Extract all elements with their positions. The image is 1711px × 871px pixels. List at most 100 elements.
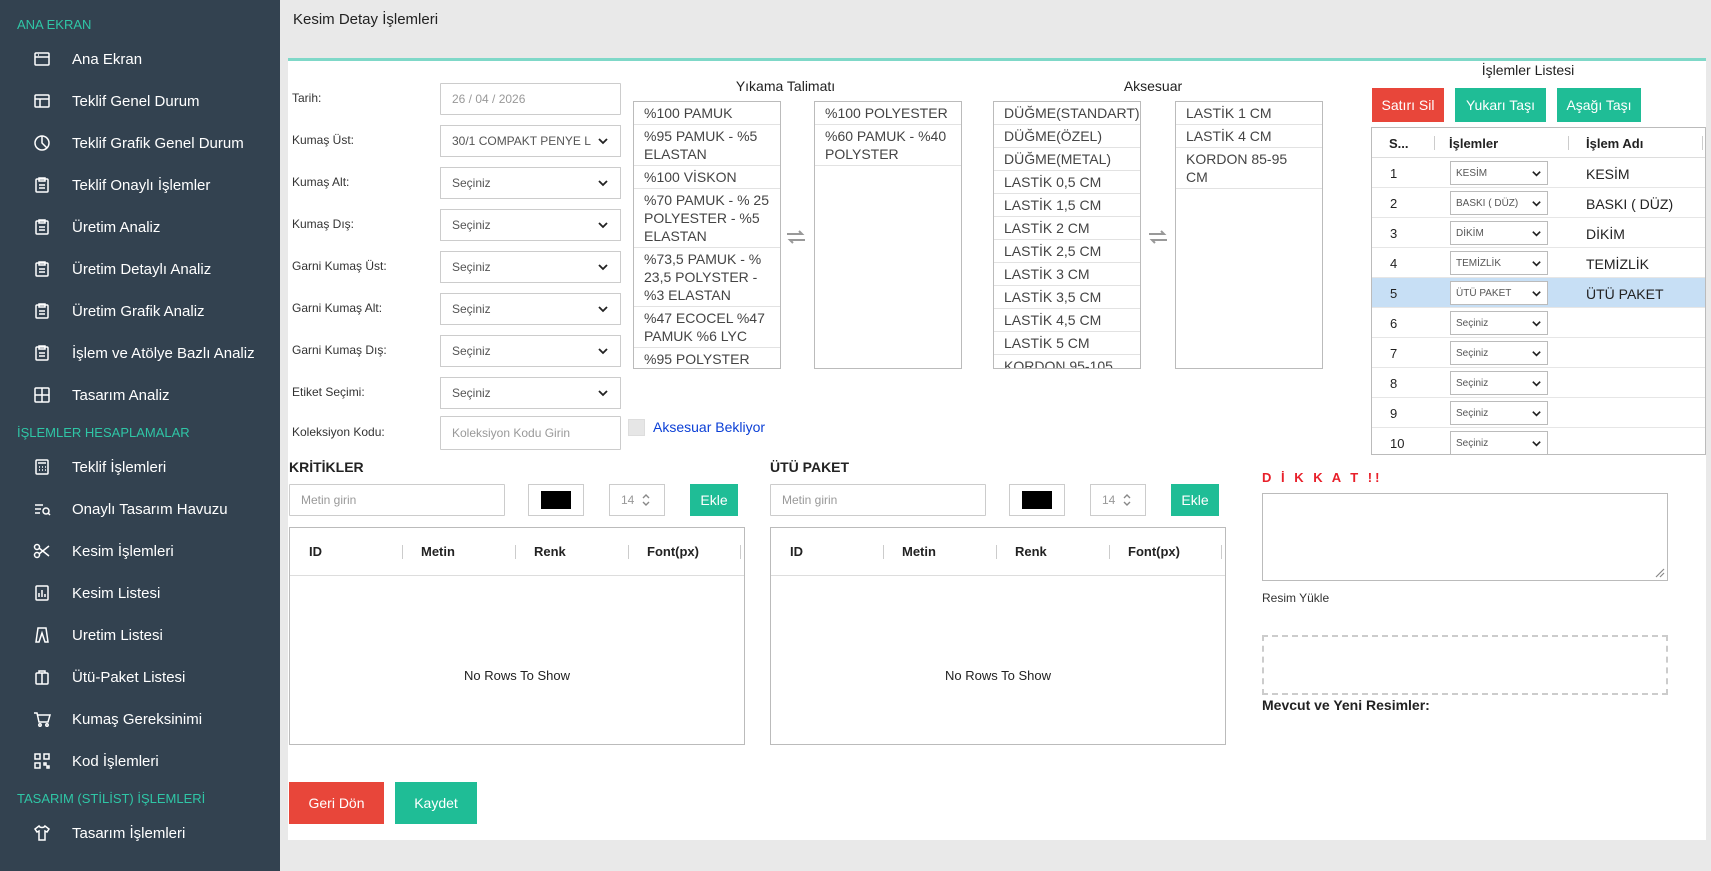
islem-row[interactable]: 1 KESİM KESİM	[1372, 158, 1705, 188]
sidebar-item[interactable]: Teklif Genel Durum	[0, 80, 280, 122]
sidebar-item[interactable]: Üretim Analiz	[0, 206, 280, 248]
col-id[interactable]: ID	[790, 544, 803, 559]
spinner-icon[interactable]	[640, 492, 652, 508]
yikama-selected-list[interactable]: %100 POLYESTER %60 PAMUK - %40 POLYSTER	[814, 101, 962, 369]
garni-alt-select[interactable]: Seçiniz	[440, 293, 621, 325]
spinner-icon[interactable]	[1121, 492, 1133, 508]
list-option[interactable]: LASTİK 1,5 CM	[994, 194, 1140, 217]
sidebar-item[interactable]: İşlem ve Atölye Bazlı Analiz	[0, 332, 280, 374]
list-option[interactable]: %60 PAMUK - %40 POLYSTER	[815, 125, 961, 166]
list-option[interactable]: %95 POLYSTER %5 ELASTAN	[634, 348, 780, 368]
islem-row[interactable]: 4 TEMİZLİK TEMİZLİK	[1372, 248, 1705, 278]
garni-ust-select[interactable]: Seçiniz	[440, 251, 621, 283]
yikama-available-list[interactable]: %100 PAMUK %95 PAMUK - %5 ELASTAN %100 VİS…	[633, 101, 781, 369]
islem-row[interactable]: 8 Seçiniz	[1372, 368, 1705, 398]
islem-select[interactable]: Seçiniz	[1450, 311, 1548, 335]
kumas-dis-select[interactable]: Seçiniz	[440, 209, 621, 241]
islem-select[interactable]: TEMİZLİK	[1450, 251, 1548, 275]
dikkat-textarea[interactable]	[1262, 493, 1668, 581]
sidebar-item[interactable]: Teklif Onaylı İşlemler	[0, 164, 280, 206]
islem-row[interactable]: 7 Seçiniz	[1372, 338, 1705, 368]
sidebar-item[interactable]: Ütü-Paket Listesi	[0, 656, 280, 698]
kritikler-add-button[interactable]: Ekle	[690, 484, 738, 516]
list-option[interactable]: KORDON 85-95 CM	[1176, 148, 1322, 189]
islem-row[interactable]: 5 ÜTÜ PAKET ÜTÜ PAKET	[1372, 278, 1705, 308]
islem-select[interactable]: DİKİM	[1450, 221, 1548, 245]
resize-handle-icon[interactable]	[1653, 566, 1665, 578]
islem-row[interactable]: 2 BASKI ( DÜZ) BASKI ( DÜZ)	[1372, 188, 1705, 218]
list-option[interactable]: %100 POLYESTER	[815, 102, 961, 125]
sidebar-item[interactable]: Ana Ekran	[0, 38, 280, 80]
col-metin[interactable]: Metin	[421, 544, 455, 559]
islem-select[interactable]: BASKI ( DÜZ)	[1450, 191, 1548, 215]
islem-select[interactable]: Seçiniz	[1450, 431, 1548, 454]
sidebar-item[interactable]: Teklif İşlemleri	[0, 446, 280, 488]
utu-paket-font-input[interactable]: 14	[1090, 484, 1146, 516]
sidebar-item[interactable]: Onaylı Tasarım Havuzu	[0, 488, 280, 530]
delete-row-button[interactable]: Satırı Sil	[1372, 88, 1444, 122]
list-option[interactable]: %70 PAMUK - % 25 POLYESTER - %5 ELASTAN	[634, 189, 780, 248]
sidebar-item[interactable]: Üretim Grafik Analiz	[0, 290, 280, 332]
list-option[interactable]: LASTİK 4,5 CM	[994, 309, 1140, 332]
islem-select[interactable]: KESİM	[1450, 161, 1548, 185]
list-option[interactable]: LASTİK 2 CM	[994, 217, 1140, 240]
utu-paket-color-picker[interactable]	[1009, 484, 1065, 516]
sidebar-item[interactable]: Tasarım Analiz	[0, 374, 280, 416]
transfer-arrows-icon[interactable]	[785, 229, 807, 245]
col-id[interactable]: ID	[309, 544, 322, 559]
sidebar-item[interactable]: Kod İşlemleri	[0, 740, 280, 782]
islem-row[interactable]: 9 Seçiniz	[1372, 398, 1705, 428]
list-option[interactable]: %47 ECOCEL %47 PAMUK %6 LYC	[634, 307, 780, 348]
list-option[interactable]: LASTİK 2,5 CM	[994, 240, 1140, 263]
utu-paket-text-input[interactable]: Metin girin	[770, 484, 986, 516]
transfer-arrows-icon[interactable]	[1147, 229, 1169, 245]
col-islemler[interactable]: İşlemler	[1449, 136, 1498, 151]
list-option[interactable]: %100 VİSKON	[634, 166, 780, 189]
islem-select[interactable]: Seçiniz	[1450, 371, 1548, 395]
col-metin[interactable]: Metin	[902, 544, 936, 559]
garni-dis-select[interactable]: Seçiniz	[440, 335, 621, 367]
aksesuar-bekliyor-checkbox[interactable]	[628, 419, 645, 436]
islem-row[interactable]: 10 Seçiniz	[1372, 428, 1705, 454]
col-islem-adi[interactable]: İşlem Adı	[1586, 136, 1643, 151]
sidebar-item[interactable]: Kumaş Gereksinimi	[0, 698, 280, 740]
list-option[interactable]: %95 PAMUK - %5 ELASTAN	[634, 125, 780, 166]
move-down-button[interactable]: Aşağı Taşı	[1557, 88, 1641, 122]
kritikler-color-picker[interactable]	[528, 484, 584, 516]
aksesuar-bekliyor-label[interactable]: Aksesuar Bekliyor	[653, 419, 765, 435]
list-option[interactable]: %73,5 PAMUK - % 23,5 POLYSTER - %3 ELAST…	[634, 248, 780, 307]
list-option[interactable]: LASTİK 3,5 CM	[994, 286, 1140, 309]
sidebar-item[interactable]: Uretim Listesi	[0, 614, 280, 656]
image-dropzone[interactable]	[1262, 635, 1668, 695]
list-option[interactable]: DÜĞME(METAL)	[994, 148, 1140, 171]
list-option[interactable]: LASTİK 5 CM	[994, 332, 1140, 355]
kritikler-text-input[interactable]: Metin girin	[289, 484, 505, 516]
sidebar-item[interactable]: Kesim İşlemleri	[0, 530, 280, 572]
list-option[interactable]: KORDON 95-105	[994, 355, 1140, 368]
sidebar-item[interactable]: Teklif Grafik Genel Durum	[0, 122, 280, 164]
list-option[interactable]: DÜĞME(ÖZEL)	[994, 125, 1140, 148]
sidebar-item[interactable]: Tasarım İşlemleri	[0, 812, 280, 854]
aksesuar-available-list[interactable]: DÜĞME(STANDART) DÜĞME(ÖZEL) DÜĞME(METAL) LA…	[993, 101, 1141, 369]
islem-select[interactable]: Seçiniz	[1450, 341, 1548, 365]
list-option[interactable]: %100 PAMUK	[634, 102, 780, 125]
move-up-button[interactable]: Yukarı Taşı	[1455, 88, 1546, 122]
list-option[interactable]: LASTİK 1 CM	[1176, 102, 1322, 125]
kumas-alt-select[interactable]: Seçiniz	[440, 167, 621, 199]
col-renk[interactable]: Renk	[1015, 544, 1047, 559]
islem-row[interactable]: 6 Seçiniz	[1372, 308, 1705, 338]
kumas-ust-select[interactable]: 30/1 COMPAKT PENYE L	[440, 125, 621, 157]
list-option[interactable]: DÜĞME(STANDART)	[994, 102, 1140, 125]
sidebar-item[interactable]: Kesim Listesi	[0, 572, 280, 614]
col-font[interactable]: Font(px)	[1128, 544, 1180, 559]
islem-select[interactable]: Seçiniz	[1450, 401, 1548, 425]
tarih-input[interactable]: 26 / 04 / 2026	[440, 83, 621, 115]
islem-select[interactable]: ÜTÜ PAKET	[1450, 281, 1548, 305]
list-option[interactable]: LASTİK 3 CM	[994, 263, 1140, 286]
list-option[interactable]: LASTİK 4 CM	[1176, 125, 1322, 148]
kritikler-font-input[interactable]: 14	[609, 484, 665, 516]
aksesuar-selected-list[interactable]: LASTİK 1 CM LASTİK 4 CM KORDON 85-95 CM	[1175, 101, 1323, 369]
col-renk[interactable]: Renk	[534, 544, 566, 559]
sidebar-item[interactable]: Üretim Detaylı Analiz	[0, 248, 280, 290]
back-button[interactable]: Geri Dön	[289, 782, 384, 824]
